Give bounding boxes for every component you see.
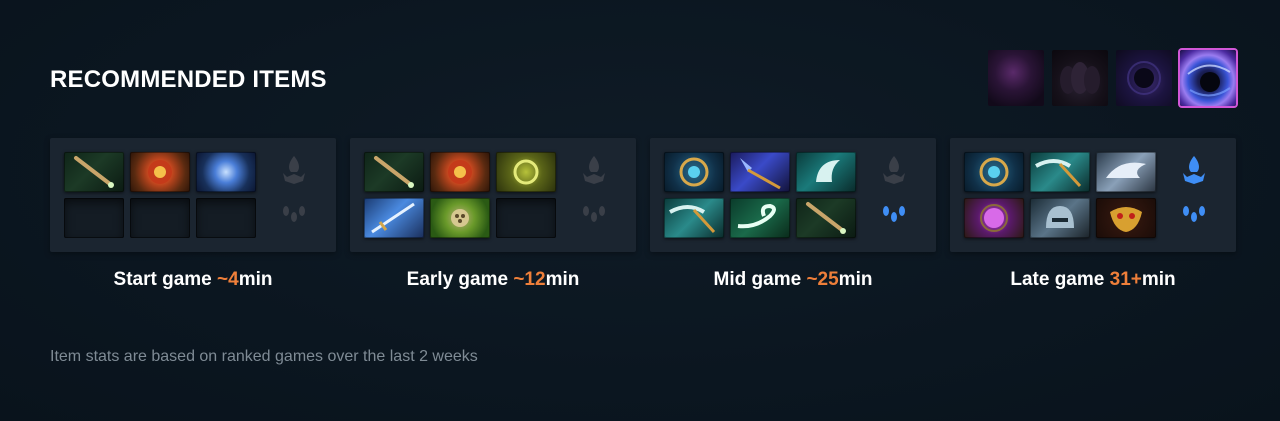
- amulet-item-icon[interactable]: [964, 198, 1024, 238]
- item-grid: [64, 152, 256, 238]
- blue-staff-item-icon[interactable]: [730, 152, 790, 192]
- skill-1-icon[interactable]: [988, 50, 1044, 106]
- skill-4-icon[interactable]: [1180, 50, 1236, 106]
- empty-slot: [130, 198, 190, 238]
- gold-ring-item-icon[interactable]: [496, 152, 556, 192]
- staff-item-icon[interactable]: [796, 198, 856, 238]
- neutral-item-icon: [576, 152, 612, 188]
- sword-item-icon[interactable]: [364, 198, 424, 238]
- neutral-item-icon: [276, 152, 312, 188]
- phase-label-mid: Mid game ~25min: [713, 269, 873, 290]
- section-title: RECOMMENDED ITEMS: [50, 66, 327, 93]
- item-grid: [664, 152, 856, 238]
- item-grid: [364, 152, 556, 238]
- item-grid: [964, 152, 1156, 238]
- staff-item-icon[interactable]: [64, 152, 124, 192]
- phase-card-start: [50, 138, 336, 252]
- skill-selector: [988, 50, 1236, 106]
- footer-note: Item stats are based on ranked games ove…: [50, 348, 478, 365]
- phase-card-mid: [650, 138, 936, 252]
- crystal-orb-item-icon[interactable]: [196, 152, 256, 192]
- orb-item-icon[interactable]: [430, 152, 490, 192]
- neutral-tier-icon: [1176, 196, 1212, 232]
- wind-item-icon[interactable]: [730, 198, 790, 238]
- lotus-item-icon[interactable]: [430, 198, 490, 238]
- empty-slot: [496, 198, 556, 238]
- skill-2-icon[interactable]: [1052, 50, 1108, 106]
- axe-item-icon[interactable]: [796, 152, 856, 192]
- gold-mask-item-icon[interactable]: [1096, 198, 1156, 238]
- scythe-item-icon[interactable]: [664, 198, 724, 238]
- wings-item-icon[interactable]: [1096, 152, 1156, 192]
- neutral-tier-icon: [576, 196, 612, 232]
- phase-card-early: [350, 138, 636, 252]
- compass-item-icon[interactable]: [964, 152, 1024, 192]
- orb-item-icon[interactable]: [130, 152, 190, 192]
- phase-label-late: Late game 31+min: [1010, 269, 1176, 290]
- phase-label-start: Start game ~4min: [113, 269, 273, 290]
- item-phases: [50, 138, 1236, 252]
- phase-label-early: Early game ~12min: [406, 269, 580, 290]
- neutral-tier-icon: [276, 196, 312, 232]
- compass-item-icon[interactable]: [664, 152, 724, 192]
- scythe-item-icon[interactable]: [1030, 152, 1090, 192]
- helm-item-icon[interactable]: [1030, 198, 1090, 238]
- skill-3-icon[interactable]: [1116, 50, 1172, 106]
- empty-slot: [64, 198, 124, 238]
- neutral-tier-icon: [876, 196, 912, 232]
- staff-item-icon[interactable]: [364, 152, 424, 192]
- phase-card-late: [950, 138, 1236, 252]
- empty-slot: [196, 198, 256, 238]
- neutral-item-icon: [1176, 152, 1212, 188]
- neutral-item-icon: [876, 152, 912, 188]
